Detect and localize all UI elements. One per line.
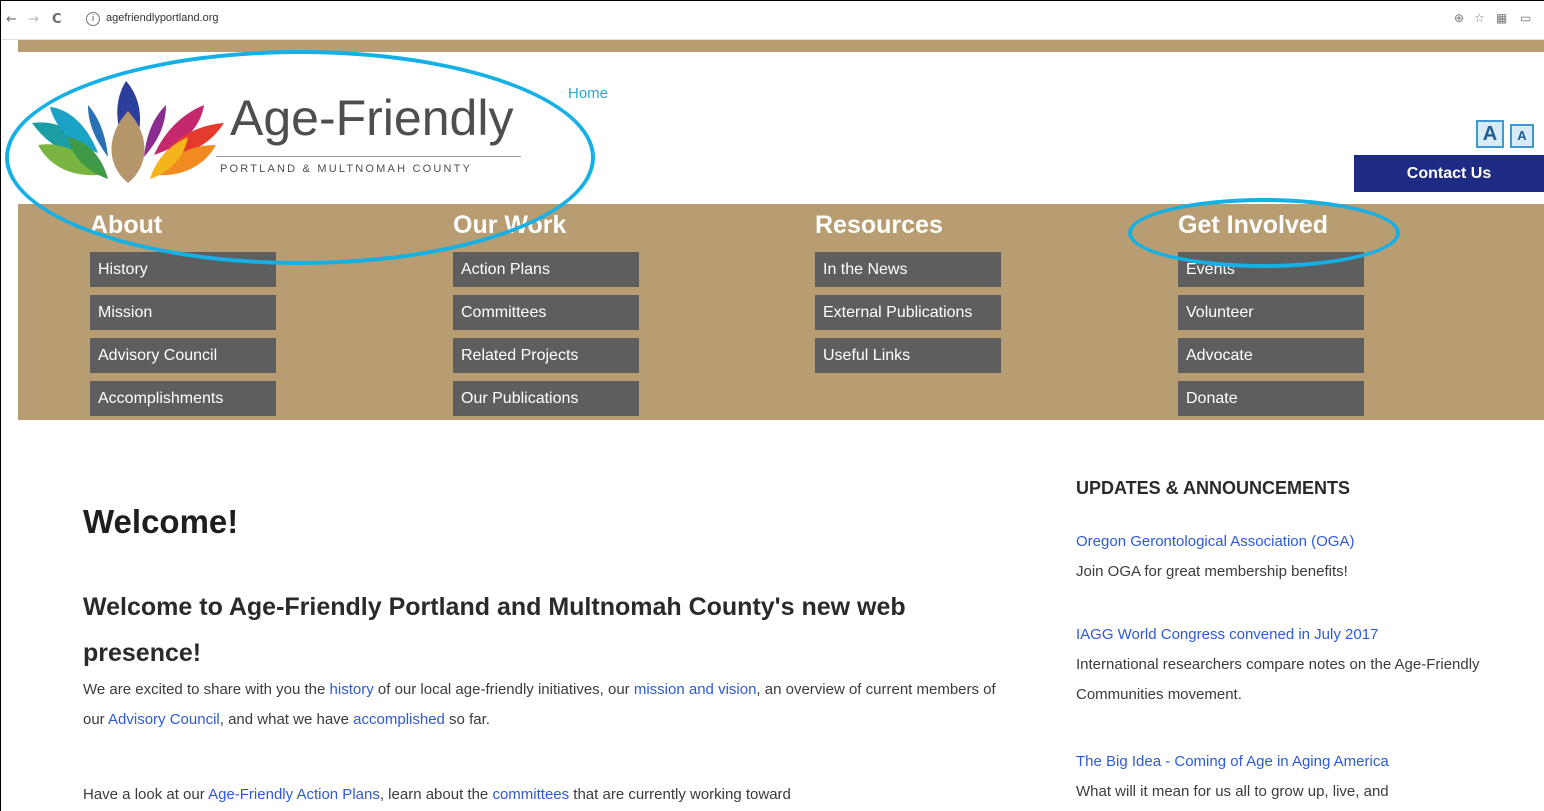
action-plans-paragraph: Have a look at our Age-Friendly Action P… xyxy=(83,780,1013,810)
committees-link[interactable]: committees xyxy=(492,786,569,803)
increase-font-button[interactable]: A xyxy=(1476,120,1504,148)
contact-us-button[interactable]: Contact Us xyxy=(1354,155,1544,192)
advisory-council-link[interactable]: Advisory Council xyxy=(108,711,220,728)
nav-column-get-involved: Get Involved Events Volunteer Advocate D… xyxy=(1178,204,1364,416)
intro-paragraph: We are excited to share with you the his… xyxy=(83,675,1013,735)
nav-item-in-the-news[interactable]: In the News xyxy=(815,252,1001,287)
nav-item-accomplishments[interactable]: Accomplishments xyxy=(90,381,276,416)
paragraph-text: so far. xyxy=(444,711,490,728)
site-info-icon[interactable]: i xyxy=(86,12,100,26)
extension-icon[interactable]: ▭ xyxy=(1520,11,1531,25)
home-link[interactable]: Home xyxy=(568,85,608,102)
paragraph-text: of our local age-friendly initiatives, o… xyxy=(373,681,634,698)
nav-heading-our-work[interactable]: Our Work xyxy=(453,204,639,244)
nav-item-advisory-council[interactable]: Advisory Council xyxy=(90,338,276,373)
nav-item-advocate[interactable]: Advocate xyxy=(1178,338,1364,373)
action-plans-link[interactable]: Age-Friendly Action Plans xyxy=(208,786,380,803)
zoom-icon[interactable]: ⊕ xyxy=(1454,11,1464,25)
nav-item-donate[interactable]: Donate xyxy=(1178,381,1364,416)
paragraph-text: We are excited to share with you the xyxy=(83,681,330,698)
address-bar[interactable] xyxy=(80,8,1500,32)
announcement-item: Oregon Gerontological Association (OGA) … xyxy=(1076,527,1526,587)
extension-icon[interactable]: ▦ xyxy=(1496,11,1507,25)
announcement-link[interactable]: Oregon Gerontological Association (OGA) xyxy=(1076,527,1526,557)
nav-item-events[interactable]: Events xyxy=(1178,252,1364,287)
nav-column-about: About History Mission Advisory Council A… xyxy=(90,204,276,416)
header-top-strip xyxy=(18,40,1544,52)
nav-column-resources: Resources In the News External Publicati… xyxy=(815,204,1001,373)
welcome-subheading: Welcome to Age-Friendly Portland and Mul… xyxy=(83,593,906,667)
announcement-link[interactable]: The Big Idea - Coming of Age in Aging Am… xyxy=(1076,747,1526,777)
history-link[interactable]: history xyxy=(330,681,374,698)
nav-item-volunteer[interactable]: Volunteer xyxy=(1178,295,1364,330)
updates-heading: UPDATES & ANNOUNCEMENTS xyxy=(1076,478,1351,498)
nav-item-our-publications[interactable]: Our Publications xyxy=(453,381,639,416)
announcement-text: International researchers compare notes … xyxy=(1076,656,1480,703)
page-title: Welcome! xyxy=(83,503,239,540)
nav-item-external-publications[interactable]: External Publications xyxy=(815,295,1001,330)
mission-vision-link[interactable]: mission and vision xyxy=(634,681,757,698)
nav-heading-about[interactable]: About xyxy=(90,204,276,244)
paragraph-text: , and what we have xyxy=(219,711,354,728)
nav-item-mission[interactable]: Mission xyxy=(90,295,276,330)
url-text[interactable]: agefriendlyportland.org xyxy=(106,12,219,24)
announcement-link[interactable]: IAGG World Congress convened in July 201… xyxy=(1076,620,1526,650)
nav-item-history[interactable]: History xyxy=(90,252,276,287)
reload-icon[interactable]: C xyxy=(52,12,62,28)
announcement-item: The Big Idea - Coming of Age in Aging Am… xyxy=(1076,747,1526,807)
nav-column-our-work: Our Work Action Plans Committees Related… xyxy=(453,204,639,416)
paragraph-text: Have a look at our xyxy=(83,786,209,803)
nav-heading-resources[interactable]: Resources xyxy=(815,204,1001,244)
nav-heading-get-involved[interactable]: Get Involved xyxy=(1178,204,1364,244)
logo-divider xyxy=(216,156,521,157)
nav-item-committees[interactable]: Committees xyxy=(453,295,639,330)
lotus-logo-icon xyxy=(32,81,224,183)
accomplished-link[interactable]: accomplished xyxy=(353,711,445,728)
bookmark-star-icon[interactable]: ☆ xyxy=(1474,11,1485,25)
nav-item-action-plans[interactable]: Action Plans xyxy=(453,252,639,287)
announcement-item: IAGG World Congress convened in July 201… xyxy=(1076,620,1526,710)
paragraph-text: that are currently working toward xyxy=(569,786,791,803)
decrease-font-button[interactable]: A xyxy=(1510,124,1534,148)
logo-title: Age-Friendly xyxy=(230,90,514,146)
nav-item-useful-links[interactable]: Useful Links xyxy=(815,338,1001,373)
announcement-text: What will it mean for us all to grow up,… xyxy=(1076,783,1389,800)
logo-subtitle: PORTLAND & MULTNOMAH COUNTY xyxy=(220,163,473,175)
nav-item-related-projects[interactable]: Related Projects xyxy=(453,338,639,373)
announcement-text: Join OGA for great membership benefits! xyxy=(1076,563,1348,580)
forward-arrow-icon[interactable]: → xyxy=(28,12,39,28)
back-arrow-icon[interactable]: ← xyxy=(6,12,17,28)
paragraph-text: , learn about the xyxy=(379,786,493,803)
